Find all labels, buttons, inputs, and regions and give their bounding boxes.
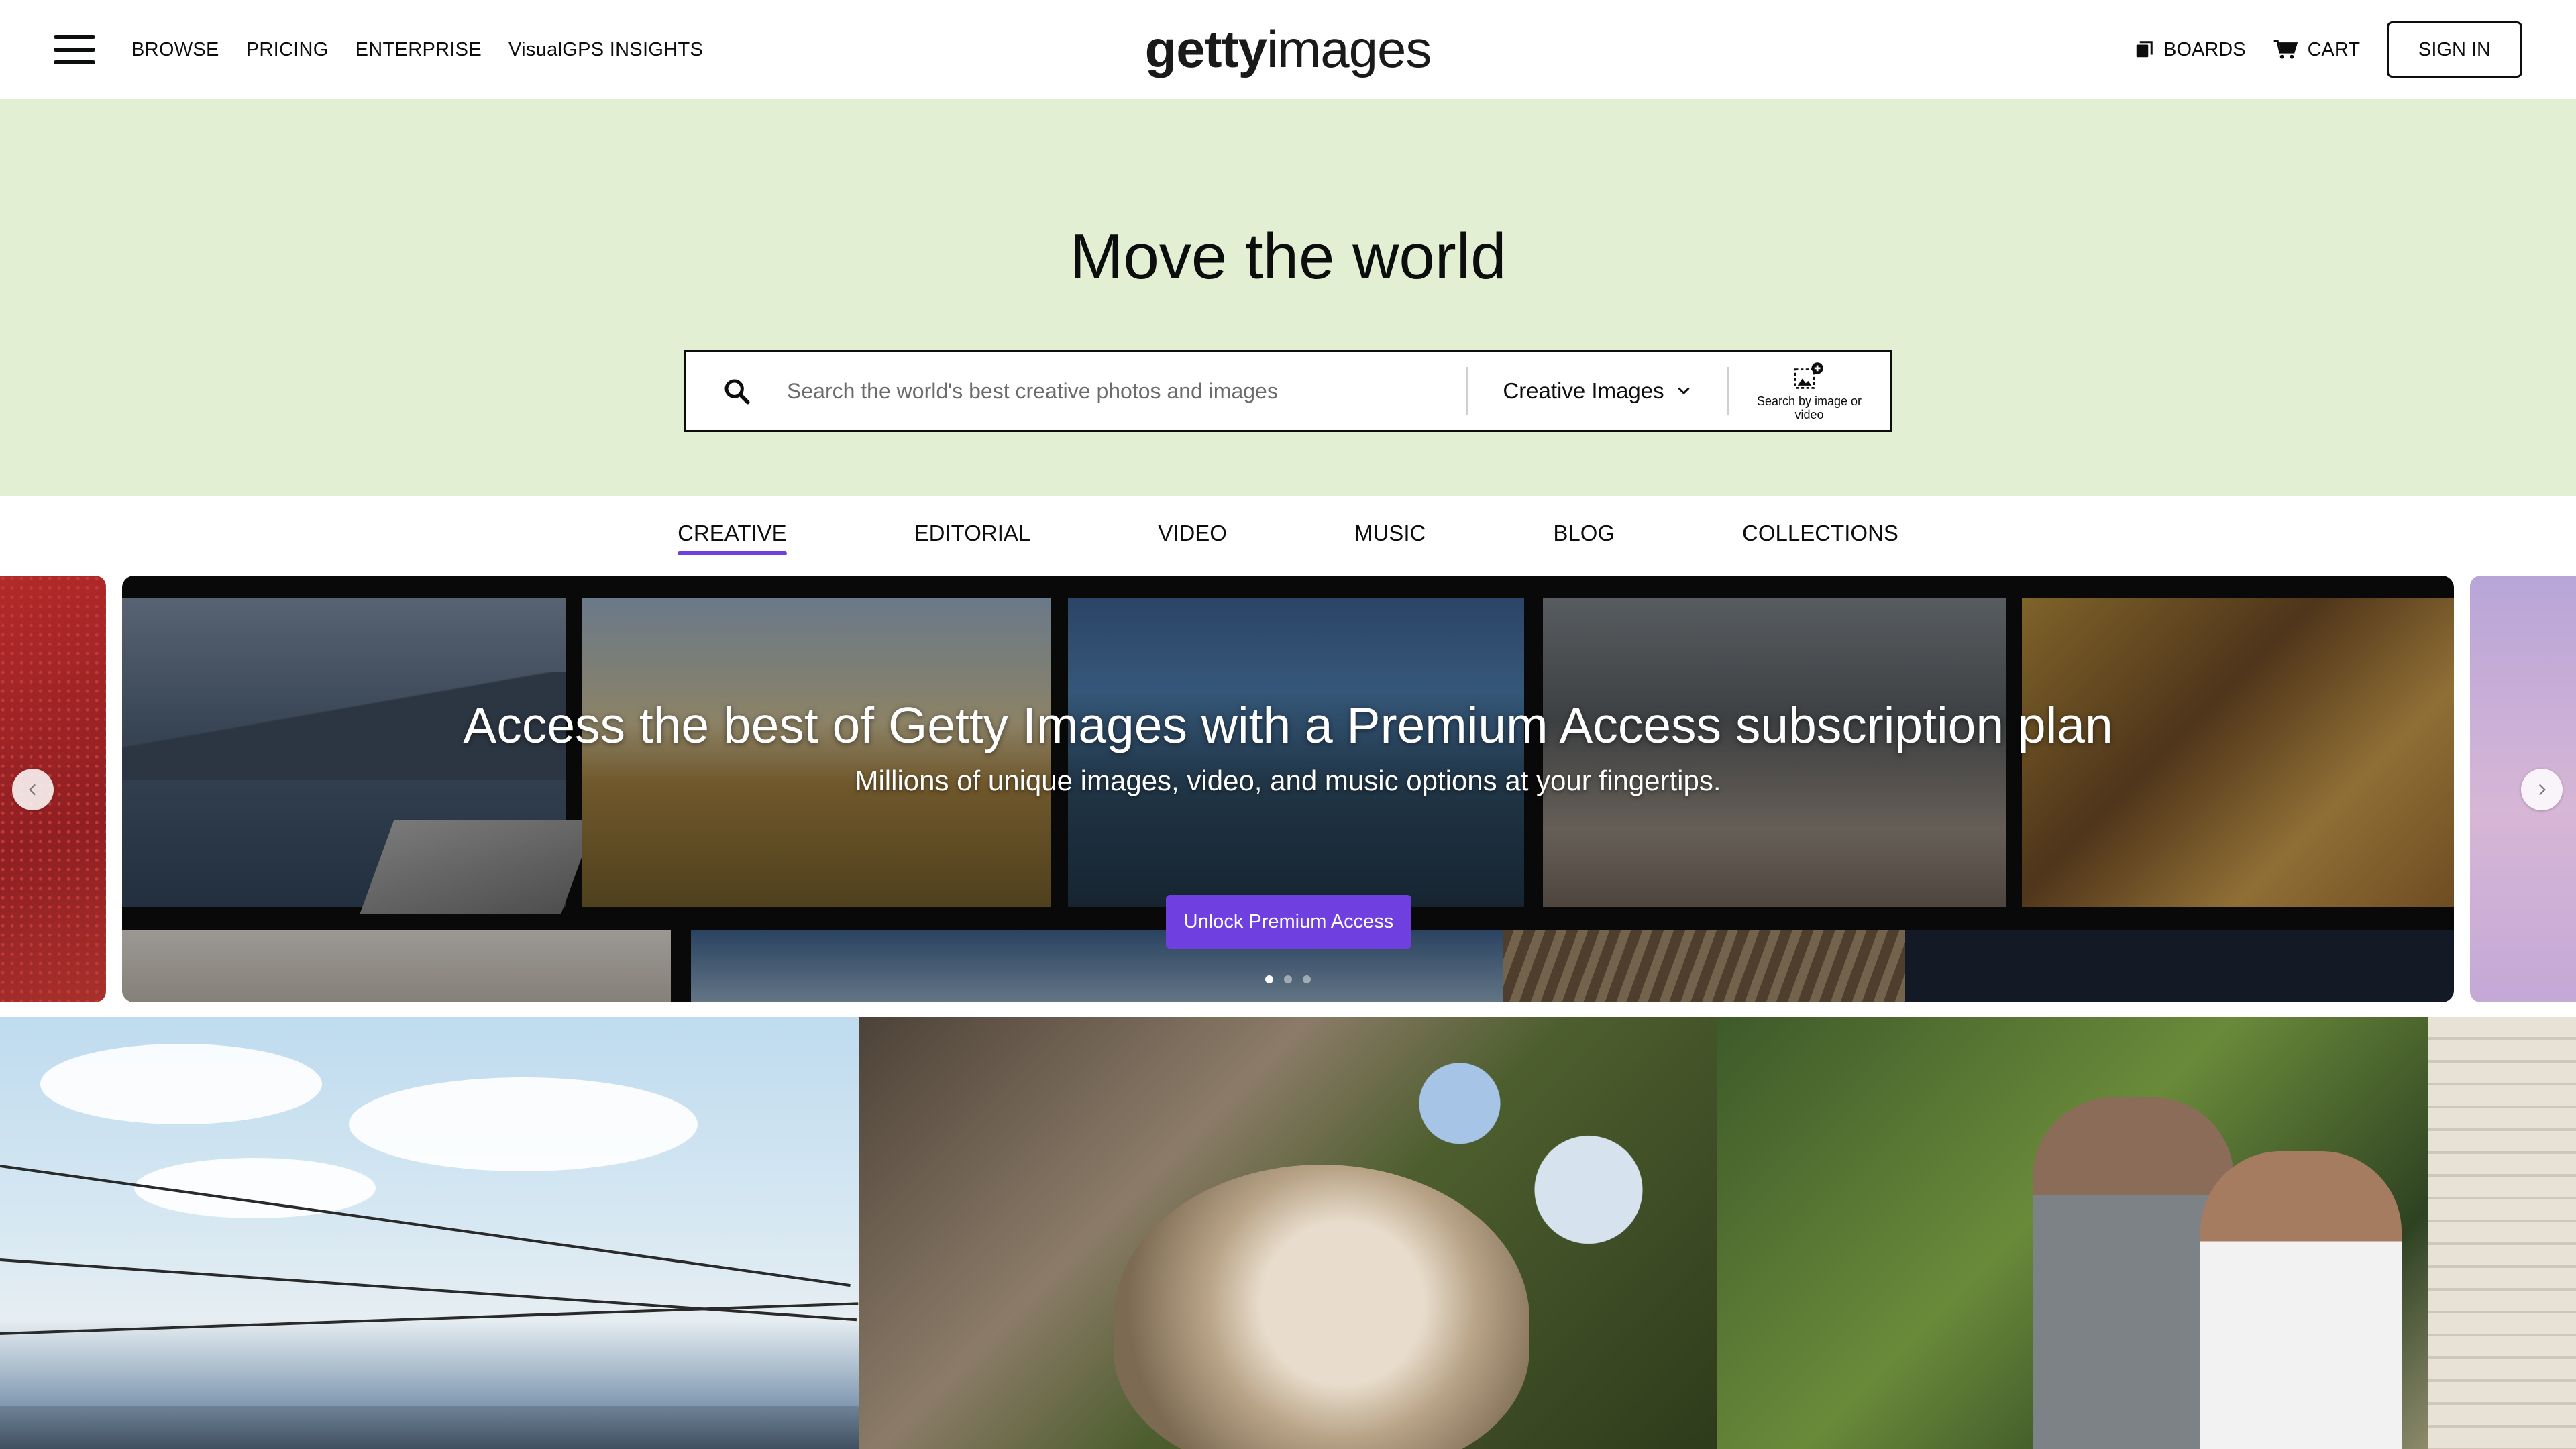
carousel-prev-button[interactable] [12,769,54,810]
image-search-icon [1794,362,1823,389]
gettyimages-logo[interactable]: gettyimages [1145,19,1432,80]
tab-creative[interactable]: CREATIVE [678,521,787,555]
logo-bold-text: getty [1144,19,1267,78]
search-by-image-label: Search by image or video [1756,394,1862,421]
carousel-dot-2[interactable] [1284,975,1292,983]
photo-sloth[interactable] [859,1017,1717,1449]
premium-access-banner: Access the best of Getty Images with a P… [122,576,2454,1002]
tab-editorial[interactable]: EDITORIAL [914,521,1031,551]
search-input[interactable] [787,352,1466,430]
banner-title: Access the best of Getty Images with a P… [463,697,2113,753]
carousel-dots [122,975,2454,983]
sign-in-button[interactable]: SIGN IN [2387,21,2522,78]
search-bar: Creative Images Search by image or video [684,350,1892,432]
nav-visualgps-insights[interactable]: VisualGPS INSIGHTS [508,39,703,61]
hamburger-menu-icon[interactable] [54,35,95,64]
tab-video[interactable]: VIDEO [1158,521,1227,551]
cart-icon [2273,40,2298,59]
hero-title: Move the world [1069,221,1507,292]
content-tabs: CREATIVE EDITORIAL VIDEO MUSIC BLOG COLL… [0,496,2576,576]
cart-link[interactable]: CART [2273,39,2360,61]
carousel-dot-3[interactable] [1303,975,1311,983]
unlock-premium-access-button[interactable]: Unlock Premium Access [1166,895,1411,949]
photo-string-lights-harbor[interactable] [0,1017,859,1449]
boards-label: BOARDS [2163,38,2246,60]
account-nav: BOARDS CART SIGN IN [2134,21,2522,78]
photo-couple-embracing[interactable] [1717,1017,2576,1449]
hero-section: Move the world Creative Images Search b [0,99,2576,496]
nav-browse[interactable]: BROWSE [131,39,219,61]
search-icon [724,379,750,405]
nav-pricing[interactable]: PRICING [246,39,329,61]
tab-collections[interactable]: COLLECTIONS [1742,521,1898,551]
tab-music[interactable]: MUSIC [1354,521,1426,551]
boards-icon [2136,41,2153,58]
search-button[interactable] [686,378,787,405]
carousel-next-button[interactable] [2521,769,2563,810]
logo-light-text: images [1266,19,1432,78]
search-type-label: Creative Images [1503,378,1664,403]
tab-blog[interactable]: BLOG [1553,521,1615,551]
promo-carousel: Access the best of Getty Images with a P… [0,576,2576,1002]
boards-link[interactable]: BOARDS [2134,38,2246,61]
search-type-dropdown[interactable]: Creative Images [1468,378,1727,404]
chevron-down-icon [1678,387,1690,395]
search-by-image-button[interactable]: Search by image or video [1729,352,1890,430]
chevron-right-icon [2538,784,2546,796]
primary-nav: BROWSE PRICING ENTERPRISE VisualGPS INSI… [54,35,703,64]
chevron-left-icon [29,784,36,796]
top-header: BROWSE PRICING ENTERPRISE VisualGPS INSI… [0,0,2576,99]
nav-enterprise[interactable]: ENTERPRISE [356,39,482,61]
cart-label: CART [2307,38,2361,60]
carousel-dot-1[interactable] [1265,975,1273,983]
banner-subtitle: Millions of unique images, video, and mu… [855,765,1721,796]
